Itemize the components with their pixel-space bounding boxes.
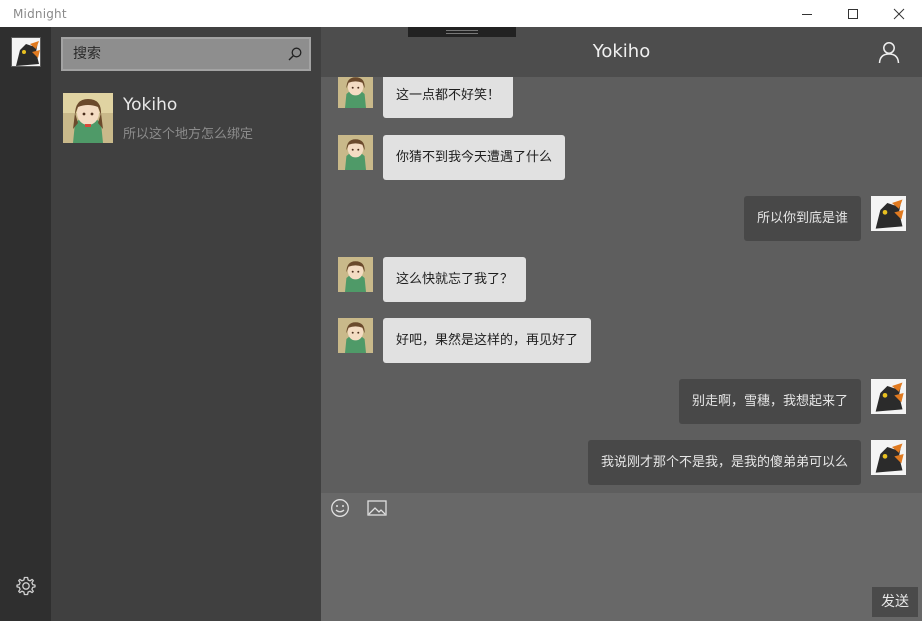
close-icon [893, 8, 905, 19]
maximize-icon [848, 8, 858, 19]
contact-name: Yokiho [123, 95, 178, 115]
contact-item-yokiho[interactable]: Yokiho 所以这个地方怎么绑定 [51, 90, 321, 148]
close-button[interactable] [876, 0, 922, 27]
contact-avatar [338, 77, 373, 108]
contact-last-message: 所以这个地方怎么绑定 [123, 127, 254, 142]
search-box[interactable] [61, 37, 311, 71]
maximize-button[interactable] [830, 0, 876, 27]
chat-title: Yokiho [592, 41, 651, 62]
message-bubble[interactable]: 你猜不到我今天遭遇了什么 [383, 135, 566, 180]
search-input[interactable] [63, 40, 273, 68]
message-bubble[interactable]: 别走啊，雪穗，我想起来了 [678, 379, 861, 424]
message-bubble[interactable]: 所以你到底是谁 [743, 196, 861, 241]
app-window: Midnight 搜索 Yokiho 所以这个地方怎么绑定 Yokiho 这一点… [0, 0, 922, 621]
message-input[interactable] [329, 525, 869, 613]
search-icon[interactable] [287, 46, 303, 62]
message-list[interactable]: 这一点都不好笑！ 你猜不到我今天遭遇了什么 所以你到底是谁 这么快就忘了我了？ … [321, 77, 922, 493]
message-composer: 发送 [321, 493, 922, 621]
contact-avatar [338, 257, 373, 292]
drag-handle[interactable] [408, 27, 516, 37]
my-avatar [871, 196, 906, 231]
emoji-icon[interactable] [330, 498, 350, 518]
my-avatar [871, 379, 906, 414]
user-icon[interactable] [877, 40, 901, 64]
left-rail [0, 27, 51, 621]
contact-avatar [338, 318, 373, 353]
image-icon[interactable] [367, 499, 387, 517]
message-bubble[interactable]: 这么快就忘了我了？ [383, 257, 527, 302]
my-avatar [871, 440, 906, 475]
my-avatar[interactable] [11, 37, 41, 67]
chat-pane: Yokiho 这一点都不好笑！ 你猜不到我今天遭遇了什么 所以你到底是谁 这么快… [321, 27, 922, 621]
window-title: Midnight [13, 6, 67, 21]
send-button[interactable]: 发送 [872, 587, 918, 617]
title-bar[interactable]: Midnight [0, 0, 922, 27]
contacts-panel: Yokiho 所以这个地方怎么绑定 [51, 27, 321, 621]
settings-button[interactable] [15, 575, 37, 597]
contact-avatar [63, 93, 113, 143]
gear-icon [16, 576, 36, 596]
message-bubble[interactable]: 好吧，果然是这样的，再见好了 [383, 318, 592, 363]
minimize-button[interactable] [784, 0, 830, 27]
message-bubble[interactable]: 这一点都不好笑！ [383, 77, 514, 118]
message-bubble[interactable]: 我说刚才那个不是我，是我的傻弟弟可以么 [587, 440, 861, 485]
minimize-icon [802, 13, 812, 15]
chat-header: Yokiho [321, 27, 922, 77]
contact-avatar [338, 135, 373, 170]
